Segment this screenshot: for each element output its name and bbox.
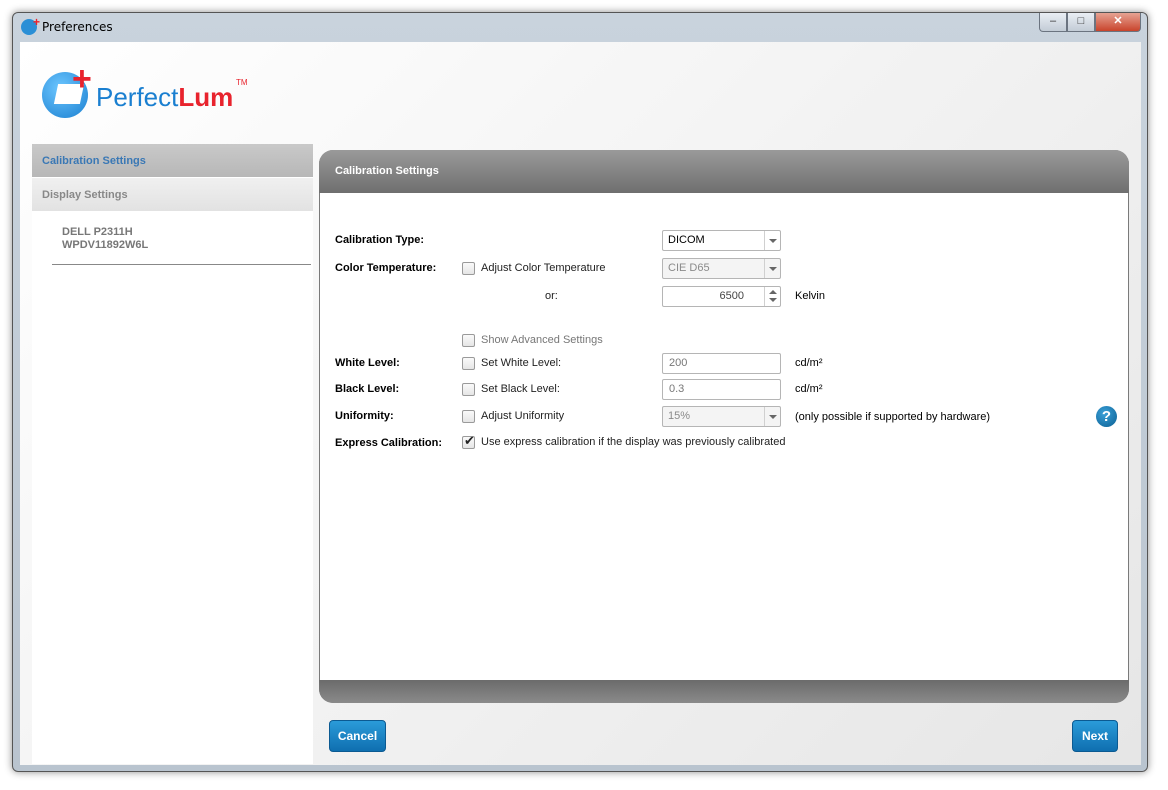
sidebar-item-calibration-settings[interactable]: Calibration Settings [32,144,313,178]
white-level-input[interactable]: 200 [662,353,781,374]
color-temperature-preset-select[interactable]: CIE D65 [662,258,781,279]
panel-title: Calibration Settings [319,150,1129,193]
title-bar[interactable]: Preferences – □ ✕ [13,13,1147,41]
spinner-buttons[interactable] [764,287,780,306]
color-temperature-label: Color Temperature: [335,262,437,274]
device-serial: WPDV11892W6L [62,239,149,251]
cancel-button[interactable]: Cancel [329,720,386,752]
white-level-label: White Level: [335,357,400,369]
client-area: + PerfectLum TM Calibration Settings Dis… [20,42,1141,765]
close-button[interactable]: ✕ [1095,13,1141,32]
window-title: Preferences [42,20,113,34]
arrow-up-icon[interactable] [769,290,777,294]
express-calibration-checkbox[interactable] [462,433,475,449]
white-level-unit: cd/m² [795,357,823,369]
maximize-button[interactable]: □ [1067,13,1095,32]
or-label: or: [545,290,558,302]
perfectlum-logo: + PerfectLum TM [40,60,260,128]
set-white-level-label: Set White Level: [481,357,562,369]
device-divider [52,264,311,265]
help-icon[interactable]: ? [1096,406,1117,427]
chevron-down-icon [764,231,780,250]
sidebar: Calibration Settings Display Settings DE… [32,144,313,764]
next-button[interactable]: Next [1072,720,1118,752]
set-black-level-label: Set Black Level: [481,383,560,395]
adjust-uniformity-label: Adjust Uniformity [481,410,565,422]
color-temperature-preset-value: CIE D65 [668,262,710,274]
uniformity-note: (only possible if supported by hardware) [795,411,991,423]
arrow-down-icon[interactable] [769,298,777,302]
sidebar-item-display-settings[interactable]: Display Settings [32,178,313,212]
calibration-type-label: Calibration Type: [335,234,425,246]
black-level-label: Black Level: [335,383,400,395]
uniformity-label: Uniformity: [335,410,394,422]
show-advanced-settings-checkbox[interactable] [462,334,475,347]
black-level-unit: cd/m² [795,383,823,395]
chevron-down-icon [764,259,780,278]
calibration-settings-panel: Calibration Settings Calibration Type: D… [319,150,1129,703]
panel-body: Calibration Type: DICOM Color Temperatur… [320,193,1128,680]
logo-trademark: TM [236,78,248,87]
kelvin-unit: Kelvin [795,290,825,302]
set-white-level-checkbox[interactable] [462,357,475,370]
panel-footer [319,680,1129,703]
calibration-type-select[interactable]: DICOM [662,230,781,251]
minimize-button[interactable]: – [1039,13,1067,32]
uniformity-value: 15% [668,410,691,422]
calibration-type-value: DICOM [668,234,705,246]
uniformity-select[interactable]: 15% [662,406,781,427]
device-entry[interactable]: DELL P2311H WPDV11892W6L [32,212,313,252]
kelvin-value: 6500 [719,290,744,302]
express-calibration-label: Express Calibration: [335,437,442,449]
device-model: DELL P2311H [62,226,133,238]
preferences-window: Preferences – □ ✕ + PerfectLum TM Calibr… [12,12,1148,772]
window-controls: – □ ✕ [1039,13,1141,33]
logo-plus-icon: + [72,60,92,98]
adjust-uniformity-checkbox[interactable] [462,410,475,423]
adjust-color-temperature-checkbox[interactable] [462,262,475,275]
set-black-level-checkbox[interactable] [462,383,475,396]
black-level-input[interactable]: 0.3 [662,379,781,400]
kelvin-spinbox[interactable]: 6500 [662,286,781,307]
express-calibration-checkbox-label: Use express calibration if the display w… [481,436,786,448]
show-advanced-settings-label: Show Advanced Settings [481,334,603,346]
logo-text: PerfectLum [96,82,234,112]
chevron-down-icon [764,407,780,426]
adjust-color-temperature-label: Adjust Color Temperature [481,262,606,274]
app-icon [21,15,40,35]
